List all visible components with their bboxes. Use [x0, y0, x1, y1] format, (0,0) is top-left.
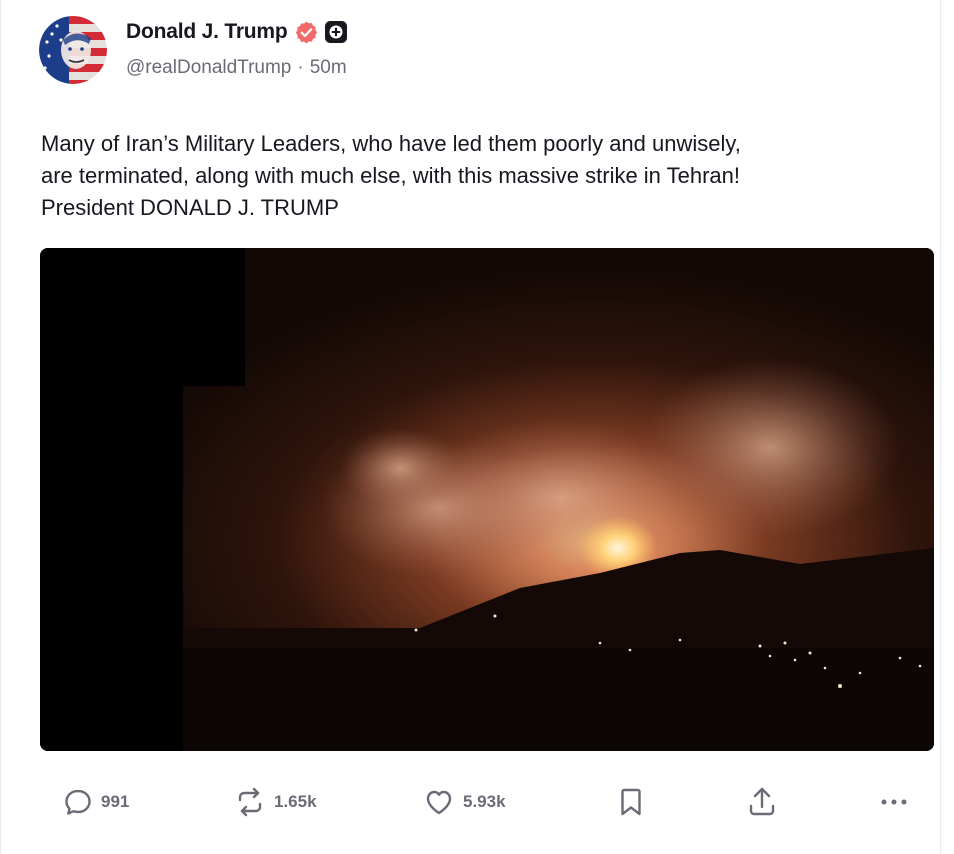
heart-icon: [422, 785, 456, 819]
repost-arrows-icon: [233, 785, 267, 819]
author-handle[interactable]: @realDonaldTrump: [126, 57, 291, 79]
like-button[interactable]: 5.93k: [422, 780, 506, 824]
verified-badge-icon: [294, 20, 319, 45]
share-button[interactable]: [745, 780, 779, 824]
author-display-name[interactable]: Donald J. Trump: [126, 20, 288, 44]
comment-bubble-icon: [62, 786, 94, 818]
repost-button[interactable]: 1.65k: [233, 780, 317, 824]
meta-separator: ·: [297, 57, 304, 78]
author-meta-row: @realDonaldTrump · 50m: [126, 57, 347, 79]
plus-badge-icon: [324, 21, 347, 43]
author-name-row: Donald J. Trump: [126, 17, 347, 47]
post-timestamp[interactable]: 50m: [310, 57, 347, 79]
post-card: Donald J. Trump @realDonaldTrump · 50m M…: [0, 0, 941, 854]
post-actions-bar: 991 1.65k 5.93k: [1, 780, 942, 824]
reply-button[interactable]: 991: [62, 780, 129, 824]
more-options-button[interactable]: [877, 780, 911, 824]
repost-count: 1.65k: [274, 792, 317, 811]
like-count: 5.93k: [463, 792, 506, 811]
reply-count: 991: [101, 792, 130, 811]
bookmark-icon: [615, 785, 647, 819]
post-body-text: Many of Iran’s Military Leaders, who hav…: [41, 131, 741, 220]
bookmark-button[interactable]: [615, 780, 647, 824]
share-upload-icon: [745, 785, 779, 819]
post-video-thumbnail[interactable]: [40, 248, 934, 751]
more-dots-icon: [877, 785, 911, 819]
avatar[interactable]: [39, 16, 107, 84]
